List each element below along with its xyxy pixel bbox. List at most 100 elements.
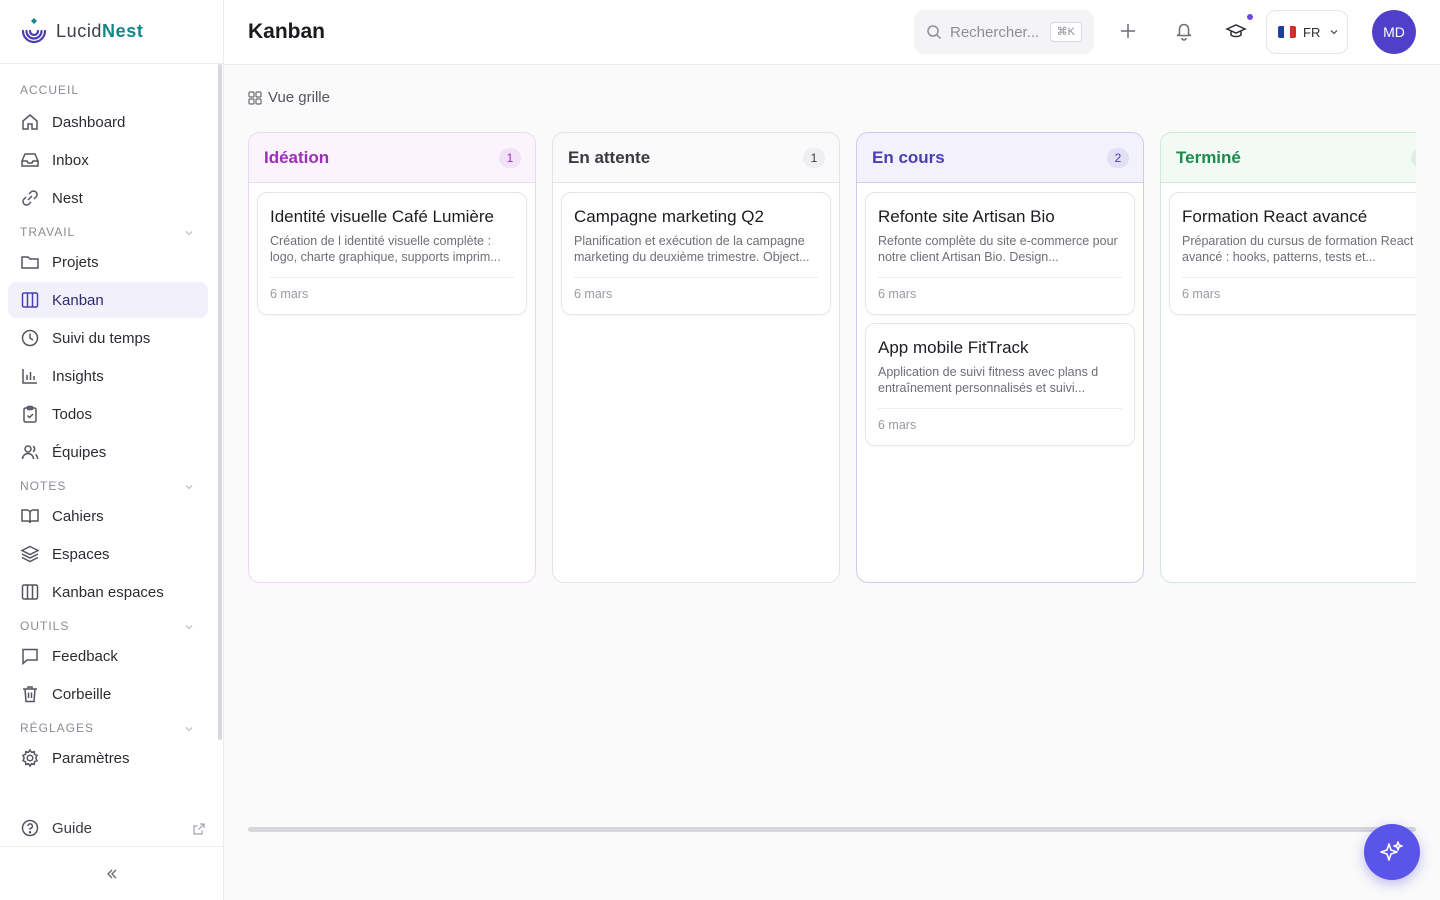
card-date: 6 mars — [574, 287, 613, 301]
sidebar-item-todos[interactable]: Todos — [8, 396, 208, 432]
sidebar-item-suivi-du-temps[interactable]: Suivi du temps — [8, 320, 208, 356]
section-accueil: ACCUEIL — [20, 83, 80, 97]
kanban-card[interactable]: Formation React avancé Préparation du cu… — [1169, 192, 1416, 315]
search-shortcut: ⌘K — [1049, 22, 1082, 42]
section-outils: OUTILS — [20, 619, 70, 633]
kanban-column-termine: Terminé 1 Formation React avancé Prépara… — [1160, 132, 1416, 583]
kanban-column-en-cours: En cours 2 Refonte site Artisan Bio Refo… — [856, 132, 1144, 583]
chevron-down-icon[interactable] — [183, 481, 195, 493]
chevron-down-icon[interactable] — [183, 227, 195, 239]
language-code: FR — [1303, 24, 1321, 40]
view-grid-toggle[interactable]: Vue grille — [248, 89, 330, 106]
column-title: En attente — [568, 147, 651, 167]
kanban-icon — [21, 292, 39, 308]
lucidnest-logo-icon — [21, 17, 47, 43]
clock-icon — [21, 329, 39, 347]
trash-icon — [23, 686, 37, 703]
inbox-icon — [21, 153, 39, 167]
column-header: En attente 1 — [553, 133, 839, 183]
clipboard-check-icon — [23, 405, 37, 423]
sidebar-item-kanban[interactable]: Kanban — [8, 282, 208, 318]
sidebar-item-kanban-espaces[interactable]: Kanban espaces — [8, 574, 208, 610]
board-horizontal-scrollbar[interactable] — [248, 827, 1416, 832]
language-select[interactable]: FR — [1266, 10, 1348, 54]
kanban-card[interactable]: Campagne marketing Q2 Planification et e… — [561, 192, 831, 315]
card-title: Campagne marketing Q2 — [574, 207, 764, 226]
chevrons-left-icon — [107, 869, 117, 878]
search-placeholder: Rechercher... — [950, 23, 1040, 41]
sidebar-item-dashboard[interactable]: Dashboard — [8, 104, 208, 140]
column-count-badge: 1 — [499, 148, 521, 168]
chevron-down-icon[interactable] — [183, 621, 195, 633]
card-date: 6 mars — [878, 287, 917, 301]
kanban-card[interactable]: Identité visuelle Café Lumière Création … — [257, 192, 527, 315]
sidebar: LucidNest ACCUEIL Dashboard Inbox Nest T… — [0, 0, 224, 900]
sidebar-nav: ACCUEIL Dashboard Inbox Nest TRAVAIL Pro… — [0, 64, 224, 794]
sparkles-icon — [1380, 841, 1403, 861]
sidebar-item-insights[interactable]: Insights — [8, 358, 208, 394]
kanban-card[interactable]: App mobile FitTrack Application de suivi… — [865, 323, 1135, 446]
column-count-badge: 2 — [1107, 148, 1129, 168]
kanban-column-ideation: Idéation 1 Identité visuelle Café Lumièr… — [248, 132, 536, 583]
message-square-icon — [22, 648, 38, 666]
sidebar-item-cahiers[interactable]: Cahiers — [8, 498, 208, 534]
chevron-down-icon — [1330, 30, 1338, 35]
book-open-icon — [21, 509, 39, 524]
kanban-column-en-attente: En attente 1 Campagne marketing Q2 Plani… — [552, 132, 840, 583]
card-title: Identité visuelle Café Lumière — [270, 207, 494, 226]
sidebar-item-espaces[interactable]: Espaces — [8, 536, 208, 572]
home-icon — [22, 114, 38, 130]
search-icon — [927, 25, 942, 40]
sidebar-item-corbeille[interactable]: Corbeille — [8, 676, 208, 712]
plus-icon[interactable] — [1117, 20, 1139, 42]
sidebar-item-feedback[interactable]: Feedback — [8, 638, 208, 674]
sidebar-item-inbox[interactable]: Inbox — [8, 142, 208, 178]
collapse-sidebar-button[interactable] — [0, 846, 224, 900]
card-date: 6 mars — [878, 418, 917, 432]
gear-icon — [21, 748, 39, 768]
guide-link[interactable]: Guide — [8, 810, 208, 846]
help-circle-icon — [21, 819, 39, 837]
card-description: Application de suivi fitness avec plans … — [878, 365, 1099, 395]
bell-icon[interactable] — [1173, 20, 1195, 42]
notification-dot — [1245, 12, 1255, 22]
chevron-down-icon[interactable] — [183, 723, 195, 735]
kanban-icon — [21, 584, 39, 600]
kanban-card[interactable]: Refonte site Artisan Bio Refonte complèt… — [865, 192, 1135, 315]
sidebar-item-projets[interactable]: Projets — [8, 244, 208, 280]
kanban-board: Idéation 1 Identité visuelle Café Lumièr… — [248, 132, 1416, 584]
card-description: Refonte complète du site e-commerce pour… — [878, 234, 1118, 264]
external-link-icon — [193, 823, 205, 835]
section-notes: NOTES — [20, 479, 67, 493]
ai-assistant-button[interactable] — [1364, 824, 1420, 880]
graduation-cap-icon[interactable] — [1225, 20, 1247, 42]
column-count-badge: 1 — [803, 148, 825, 168]
brand-name: LucidNest — [56, 21, 144, 41]
card-date: 6 mars — [1182, 287, 1221, 301]
sidebar-item-equipes[interactable]: Équipes — [8, 434, 208, 470]
card-description: Préparation du cursus de formation React… — [1182, 234, 1414, 264]
layers-icon — [20, 545, 40, 563]
card-description: Planification et exécution de la campagn… — [574, 234, 810, 264]
card-description: Création de l identité visuelle complète… — [270, 234, 501, 264]
section-travail: TRAVAIL — [20, 225, 76, 239]
link-icon — [22, 190, 38, 206]
sidebar-scrollbar[interactable] — [218, 64, 222, 740]
column-header: En cours 2 — [857, 133, 1143, 183]
avatar[interactable]: MD — [1372, 10, 1416, 54]
grid-icon — [248, 90, 262, 105]
column-count-badge: 1 — [1411, 148, 1416, 168]
column-header: Idéation 1 — [249, 133, 535, 183]
folder-icon — [21, 256, 39, 269]
card-title: App mobile FitTrack — [878, 338, 1029, 357]
search-input[interactable]: Rechercher... ⌘K — [914, 10, 1094, 54]
column-header: Terminé 1 — [1161, 133, 1416, 183]
column-title: Idéation — [264, 147, 330, 167]
sidebar-item-nest[interactable]: Nest — [8, 180, 208, 216]
france-flag-icon — [1278, 26, 1296, 38]
sidebar-item-parametres[interactable]: Paramètres — [8, 740, 208, 776]
column-title: En cours — [872, 147, 945, 167]
logo[interactable]: LucidNest — [0, 0, 223, 64]
top-bar: Kanban Rechercher... ⌘K FR MD — [224, 0, 1440, 65]
column-title: Terminé — [1176, 147, 1241, 167]
